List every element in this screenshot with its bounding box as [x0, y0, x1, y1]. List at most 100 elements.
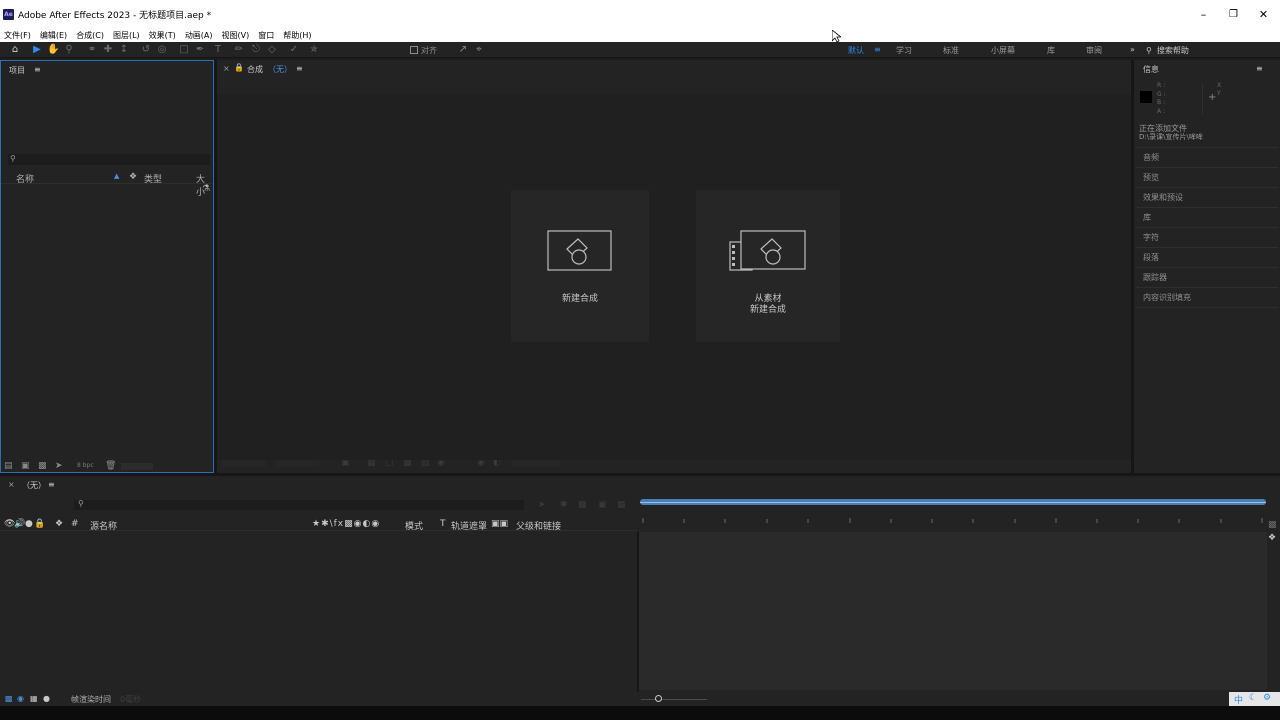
more-workspaces-icon[interactable]: »	[1130, 45, 1135, 54]
lock-icon[interactable]: 🔒	[34, 519, 45, 529]
menu-view[interactable]: 视图(V)	[222, 30, 250, 41]
restore-button[interactable]: ❐	[1218, 0, 1249, 28]
pen-tool-icon[interactable]: ✒	[194, 44, 206, 56]
new-folder-icon[interactable]: ▣	[21, 461, 30, 471]
column-name[interactable]: 名称	[16, 172, 34, 185]
interpret-footage-icon[interactable]: ▤	[4, 461, 13, 471]
menu-file[interactable]: 文件(F)	[4, 30, 31, 41]
flowchart-icon[interactable]: ⚗	[202, 184, 210, 194]
workspace-small-screen[interactable]: 小屏幕	[991, 45, 1015, 56]
timeline-track-area[interactable]	[639, 532, 1267, 690]
menu-layer[interactable]: 图层(L)	[113, 30, 140, 41]
menu-help[interactable]: 帮助(H)	[283, 30, 311, 41]
track-matte-column[interactable]: 轨道遮罩	[451, 519, 487, 532]
rotate-tool-icon[interactable]: ↺	[140, 44, 152, 56]
ime-indicator[interactable]: 中 ☾ ⚙	[1229, 692, 1280, 706]
project-search-input[interactable]: ⚲	[8, 154, 210, 165]
menu-edit[interactable]: 编辑(E)	[40, 30, 67, 41]
snap-checkbox[interactable]	[410, 46, 418, 54]
pan-tool-icon[interactable]: ✚	[102, 44, 114, 56]
panel-effects-presets[interactable]: 效果和预设	[1143, 192, 1183, 203]
info-panel-title[interactable]: 信息	[1143, 64, 1159, 75]
menu-window[interactable]: 窗口	[258, 30, 274, 41]
composition-tab-value[interactable]: （无）	[268, 64, 292, 75]
close-button[interactable]: ✕	[1248, 0, 1279, 28]
workspace-libraries[interactable]: 库	[1047, 45, 1055, 56]
minimize-button[interactable]: –	[1188, 0, 1219, 28]
preserve-transparency-column[interactable]: T	[440, 519, 446, 529]
exposure-value[interactable]	[511, 460, 561, 467]
resolution-dropdown[interactable]	[275, 460, 319, 467]
type-tool-icon[interactable]: T	[212, 44, 224, 56]
frame-blending-icon[interactable]: ▣	[598, 500, 607, 510]
workspace-menu-icon[interactable]: ≡	[874, 45, 881, 54]
audio-switch-icon[interactable]: 🔊	[14, 519, 25, 529]
clone-stamp-tool-icon[interactable]: ⎋	[250, 44, 262, 56]
composition-tab-label[interactable]: 合成	[247, 64, 263, 75]
panel-content-aware-fill[interactable]: 内容识别填充	[1143, 292, 1191, 303]
panel-divider[interactable]	[0, 473, 1280, 476]
search-help[interactable]: ⚲ 搜索帮助	[1146, 44, 1276, 56]
adjust-settings-icon[interactable]: ➤	[55, 461, 63, 471]
new-composition-card[interactable]: 新建合成	[511, 190, 649, 342]
snap-edge-icon[interactable]: ↗	[457, 44, 469, 56]
mode-column[interactable]: 模式	[405, 519, 423, 532]
time-ruler[interactable]	[640, 514, 1266, 526]
zoom-tool-icon[interactable]: ⚲	[63, 44, 75, 56]
layer-switches-icons[interactable]: ★✱\fx▩◉◐◉	[312, 519, 380, 529]
rectangle-tool-icon[interactable]: □	[178, 44, 190, 56]
label-tag-icon[interactable]: ❖	[55, 519, 63, 529]
panel-tracker[interactable]: 跟踪器	[1143, 272, 1167, 283]
hand-tool-icon[interactable]: ✋	[47, 44, 59, 56]
bit-depth-label[interactable]: 8 bpc	[77, 462, 94, 469]
panel-audio[interactable]: 音频	[1143, 152, 1159, 163]
trash-icon[interactable]: 🗑	[105, 461, 116, 471]
menu-composition[interactable]: 合成(C)	[76, 30, 104, 41]
render-time-toggle-icon[interactable]: ●	[43, 694, 50, 703]
selection-tool-icon[interactable]: ▶	[31, 44, 43, 56]
panel-character[interactable]: 字符	[1143, 232, 1159, 243]
project-panel-title[interactable]: 项目	[9, 65, 25, 76]
magnification-dropdown[interactable]	[222, 460, 266, 467]
solo-icon[interactable]: ●	[25, 519, 33, 529]
column-type[interactable]: 类型	[144, 172, 162, 185]
brush-tool-icon[interactable]: ✏	[233, 44, 245, 56]
snap-feature-icon[interactable]: ⌖	[473, 44, 485, 56]
dolly-tool-icon[interactable]: ↕	[118, 44, 130, 56]
eraser-tool-icon[interactable]: ◇	[266, 44, 278, 56]
draft-3d-icon[interactable]: ✱	[560, 500, 568, 510]
panel-libraries[interactable]: 库	[1143, 212, 1151, 223]
project-panel-menu-icon[interactable]: ≡	[34, 65, 41, 74]
info-panel-menu-icon[interactable]: ≡	[1256, 64, 1263, 73]
parent-link-column[interactable]: 父级和链接	[516, 519, 561, 532]
zoom-slider-handle[interactable]	[655, 695, 662, 702]
orbit-tool-icon[interactable]: ⚭	[86, 44, 98, 56]
project-footer-scroll[interactable]	[121, 463, 153, 470]
timeline-search-input[interactable]: ⚲	[74, 499, 524, 510]
panel-preview[interactable]: 预览	[1143, 172, 1159, 183]
lock-icon[interactable]: 🔒	[234, 63, 244, 72]
timeline-tab-label[interactable]: （无）	[22, 480, 46, 491]
workspace-default[interactable]: 默认	[848, 45, 864, 56]
graph-editor-icon[interactable]: ▦	[617, 500, 626, 510]
panel-divider[interactable]	[1131, 60, 1134, 473]
layer-switches-toggle-icon[interactable]: ▩	[5, 694, 13, 703]
puppet-tool-icon[interactable]: ✯	[308, 44, 320, 56]
label-tag-icon[interactable]: ❖	[129, 172, 137, 182]
sort-ascending-icon[interactable]: ▲	[114, 172, 119, 180]
menu-animation[interactable]: 动画(A)	[185, 30, 213, 41]
workspace-standard[interactable]: 标准	[943, 45, 959, 56]
workspace-learn[interactable]: 学习	[896, 45, 912, 56]
panel-paragraph[interactable]: 段落	[1143, 252, 1159, 263]
pan-behind-tool-icon[interactable]: ◎	[156, 44, 168, 56]
composition-panel-menu-icon[interactable]: ≡	[296, 64, 303, 73]
close-tab-icon[interactable]: ×	[223, 64, 230, 73]
zoom-slider-track[interactable]	[641, 699, 707, 700]
matte-toggle-icon[interactable]: ▣▣	[491, 519, 508, 529]
comp-button-icon[interactable]: ❖	[1268, 533, 1276, 543]
new-composition-from-footage-card[interactable]: 从素材 新建合成	[696, 190, 840, 342]
workspace-review[interactable]: 审阅	[1086, 45, 1102, 56]
composition-viewer[interactable]: 新建合成 从素材 新建合成	[217, 94, 1131, 460]
in-out-toggle-icon[interactable]: ▦	[30, 694, 38, 703]
source-name-column[interactable]: 源名称	[90, 519, 117, 532]
